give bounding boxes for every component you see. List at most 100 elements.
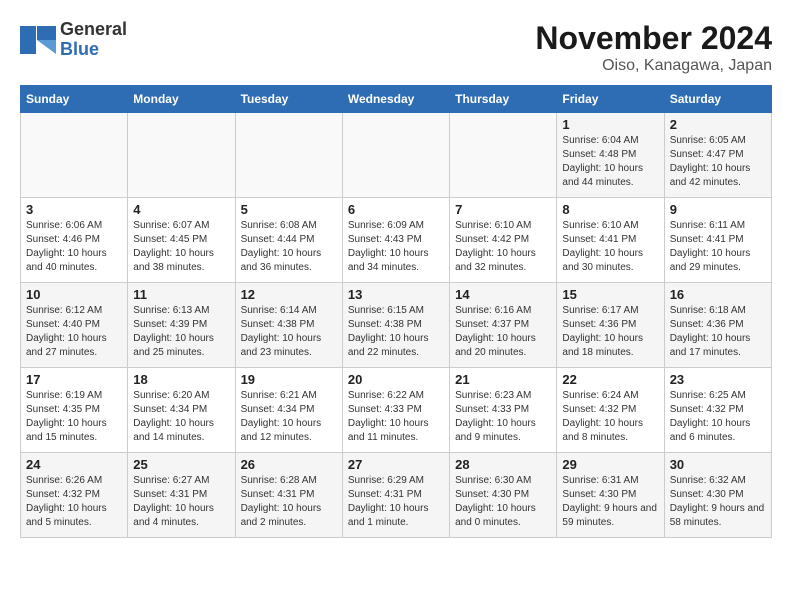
day-number: 12	[241, 287, 337, 302]
day-number: 13	[348, 287, 444, 302]
day-info: Sunrise: 6:04 AMSunset: 4:48 PMDaylight:…	[562, 134, 658, 190]
calendar-day: 20 Sunrise: 6:22 AMSunset: 4:33 PMDayligh…	[342, 368, 449, 453]
day-info: Sunrise: 6:11 AMSunset: 4:41 PMDaylight:…	[670, 219, 766, 275]
day-info: Sunrise: 6:09 AMSunset: 4:43 PMDaylight:…	[348, 219, 444, 275]
title-block: November 2024 Oiso, Kanagawa, Japan	[535, 20, 772, 75]
calendar-header-thursday: Thursday	[450, 86, 557, 113]
calendar-day: 30 Sunrise: 6:32 AMSunset: 4:30 PMDayligh…	[664, 453, 771, 538]
calendar-day: 28 Sunrise: 6:30 AMSunset: 4:30 PMDayligh…	[450, 453, 557, 538]
day-number: 19	[241, 372, 337, 387]
calendar-day: 3Sunrise: 6:06 AMSunset: 4:46 PMDaylight…	[21, 198, 128, 283]
day-number: 14	[455, 287, 551, 302]
day-info: Sunrise: 6:14 AMSunset: 4:38 PMDaylight:…	[241, 304, 337, 360]
day-number: 18	[133, 372, 229, 387]
day-number: 3	[26, 202, 122, 217]
calendar-day: 19 Sunrise: 6:21 AMSunset: 4:34 PMDayligh…	[235, 368, 342, 453]
calendar-day: 6 Sunrise: 6:09 AMSunset: 4:43 PMDaylight…	[342, 198, 449, 283]
calendar-header-sunday: Sunday	[21, 86, 128, 113]
calendar-day	[128, 113, 235, 198]
calendar-day: 16 Sunrise: 6:18 AMSunset: 4:36 PMDayligh…	[664, 283, 771, 368]
day-info: Sunrise: 6:15 AMSunset: 4:38 PMDaylight:…	[348, 304, 444, 360]
day-number: 21	[455, 372, 551, 387]
day-info: Sunrise: 6:17 AMSunset: 4:36 PMDaylight:…	[562, 304, 658, 360]
day-number: 7	[455, 202, 551, 217]
calendar-day: 25 Sunrise: 6:27 AMSunset: 4:31 PMDayligh…	[128, 453, 235, 538]
logo-blue: Blue	[60, 40, 127, 60]
calendar-day: 17Sunrise: 6:19 AMSunset: 4:35 PMDayligh…	[21, 368, 128, 453]
day-number: 22	[562, 372, 658, 387]
calendar-week-3: 10 Sunrise: 6:12 AMSunset: 4:40 PMDayligh…	[21, 283, 772, 368]
calendar-day: 14 Sunrise: 6:16 AMSunset: 4:37 PMDayligh…	[450, 283, 557, 368]
page-header: General Blue November 2024 Oiso, Kanagaw…	[20, 20, 772, 75]
calendar-day: 7Sunrise: 6:10 AMSunset: 4:42 PMDaylight…	[450, 198, 557, 283]
day-info: Sunrise: 6:30 AMSunset: 4:30 PMDaylight:…	[455, 474, 551, 530]
day-number: 23	[670, 372, 766, 387]
calendar-day: 9 Sunrise: 6:11 AMSunset: 4:41 PMDaylight…	[664, 198, 771, 283]
calendar-day: 27 Sunrise: 6:29 AMSunset: 4:31 PMDayligh…	[342, 453, 449, 538]
calendar-day: 10 Sunrise: 6:12 AMSunset: 4:40 PMDayligh…	[21, 283, 128, 368]
calendar-day: 24 Sunrise: 6:26 AMSunset: 4:32 PMDayligh…	[21, 453, 128, 538]
calendar-day: 4Sunrise: 6:07 AMSunset: 4:45 PMDaylight…	[128, 198, 235, 283]
calendar-day: 22Sunrise: 6:24 AMSunset: 4:32 PMDayligh…	[557, 368, 664, 453]
calendar-day	[450, 113, 557, 198]
day-info: Sunrise: 6:16 AMSunset: 4:37 PMDaylight:…	[455, 304, 551, 360]
day-info: Sunrise: 6:12 AMSunset: 4:40 PMDaylight:…	[26, 304, 122, 360]
calendar-day: 18 Sunrise: 6:20 AMSunset: 4:34 PMDayligh…	[128, 368, 235, 453]
day-number: 2	[670, 117, 766, 132]
day-number: 9	[670, 202, 766, 217]
calendar-day: 12 Sunrise: 6:14 AMSunset: 4:38 PMDayligh…	[235, 283, 342, 368]
calendar-week-4: 17Sunrise: 6:19 AMSunset: 4:35 PMDayligh…	[21, 368, 772, 453]
logo-general: General	[60, 20, 127, 40]
day-info: Sunrise: 6:20 AMSunset: 4:34 PMDaylight:…	[133, 389, 229, 445]
day-info: Sunrise: 6:18 AMSunset: 4:36 PMDaylight:…	[670, 304, 766, 360]
day-number: 17	[26, 372, 122, 387]
day-number: 25	[133, 457, 229, 472]
day-info: Sunrise: 6:13 AMSunset: 4:39 PMDaylight:…	[133, 304, 229, 360]
day-info: Sunrise: 6:27 AMSunset: 4:31 PMDaylight:…	[133, 474, 229, 530]
calendar-day: 8 Sunrise: 6:10 AMSunset: 4:41 PMDaylight…	[557, 198, 664, 283]
day-info: Sunrise: 6:32 AMSunset: 4:30 PMDaylight:…	[670, 474, 766, 530]
calendar-day: 15 Sunrise: 6:17 AMSunset: 4:36 PMDayligh…	[557, 283, 664, 368]
calendar-week-5: 24 Sunrise: 6:26 AMSunset: 4:32 PMDayligh…	[21, 453, 772, 538]
day-number: 4	[133, 202, 229, 217]
day-number: 6	[348, 202, 444, 217]
calendar-header-saturday: Saturday	[664, 86, 771, 113]
day-info: Sunrise: 6:23 AMSunset: 4:33 PMDaylight:…	[455, 389, 551, 445]
page-title: November 2024	[535, 20, 772, 57]
calendar-day: 1 Sunrise: 6:04 AMSunset: 4:48 PMDaylight…	[557, 113, 664, 198]
calendar-header-friday: Friday	[557, 86, 664, 113]
day-number: 10	[26, 287, 122, 302]
day-info: Sunrise: 6:29 AMSunset: 4:31 PMDaylight:…	[348, 474, 444, 530]
calendar-day: 21 Sunrise: 6:23 AMSunset: 4:33 PMDayligh…	[450, 368, 557, 453]
logo-icon	[20, 26, 56, 54]
calendar-day: 23Sunrise: 6:25 AMSunset: 4:32 PMDayligh…	[664, 368, 771, 453]
day-number: 28	[455, 457, 551, 472]
calendar-day: 26 Sunrise: 6:28 AMSunset: 4:31 PMDayligh…	[235, 453, 342, 538]
day-number: 11	[133, 287, 229, 302]
day-number: 8	[562, 202, 658, 217]
day-info: Sunrise: 6:21 AMSunset: 4:34 PMDaylight:…	[241, 389, 337, 445]
day-info: Sunrise: 6:26 AMSunset: 4:32 PMDaylight:…	[26, 474, 122, 530]
calendar-header-tuesday: Tuesday	[235, 86, 342, 113]
day-number: 24	[26, 457, 122, 472]
day-number: 29	[562, 457, 658, 472]
calendar-header-wednesday: Wednesday	[342, 86, 449, 113]
day-number: 26	[241, 457, 337, 472]
page-subtitle: Oiso, Kanagawa, Japan	[535, 57, 772, 75]
day-info: Sunrise: 6:10 AMSunset: 4:41 PMDaylight:…	[562, 219, 658, 275]
day-info: Sunrise: 6:31 AMSunset: 4:30 PMDaylight:…	[562, 474, 658, 530]
calendar-table: SundayMondayTuesdayWednesdayThursdayFrid…	[20, 85, 772, 538]
day-number: 20	[348, 372, 444, 387]
calendar-day: 2 Sunrise: 6:05 AMSunset: 4:47 PMDaylight…	[664, 113, 771, 198]
calendar-day: 13 Sunrise: 6:15 AMSunset: 4:38 PMDayligh…	[342, 283, 449, 368]
day-number: 1	[562, 117, 658, 132]
calendar-day: 11 Sunrise: 6:13 AMSunset: 4:39 PMDayligh…	[128, 283, 235, 368]
day-number: 27	[348, 457, 444, 472]
day-info: Sunrise: 6:28 AMSunset: 4:31 PMDaylight:…	[241, 474, 337, 530]
calendar-week-2: 3Sunrise: 6:06 AMSunset: 4:46 PMDaylight…	[21, 198, 772, 283]
day-number: 16	[670, 287, 766, 302]
day-number: 15	[562, 287, 658, 302]
day-info: Sunrise: 6:22 AMSunset: 4:33 PMDaylight:…	[348, 389, 444, 445]
day-info: Sunrise: 6:05 AMSunset: 4:47 PMDaylight:…	[670, 134, 766, 190]
day-number: 30	[670, 457, 766, 472]
